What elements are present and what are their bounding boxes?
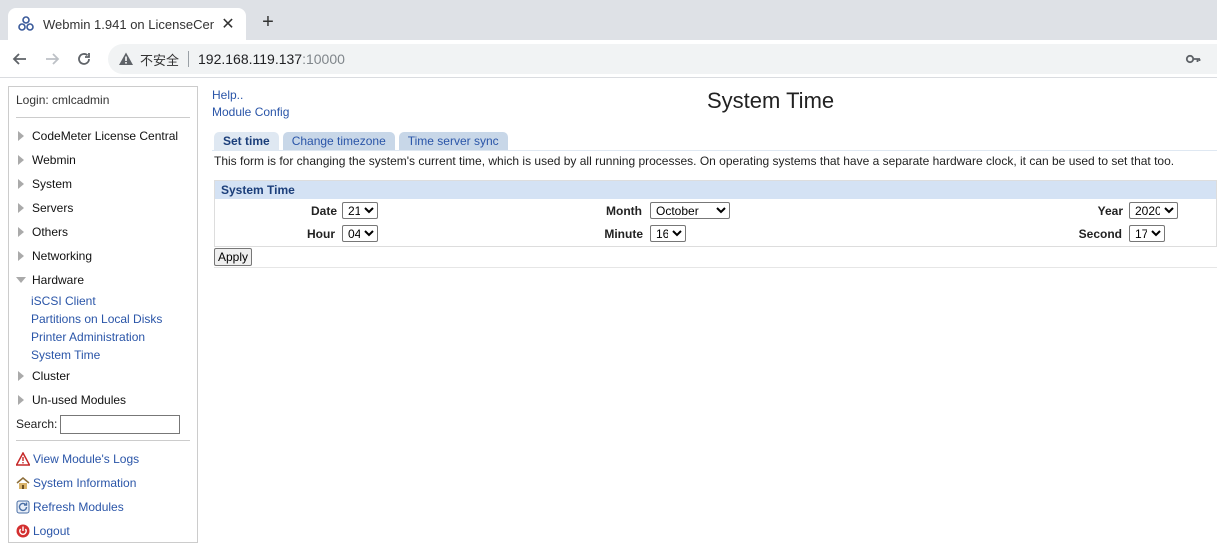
tab-time-server-sync[interactable]: Time server sync xyxy=(398,132,508,150)
year-select[interactable]: 2020 xyxy=(1129,202,1178,219)
link-label: System Information xyxy=(33,476,137,490)
category-codemeter[interactable]: CodeMeter License Central xyxy=(16,124,190,148)
minute-label: Minute xyxy=(604,227,643,241)
category-networking[interactable]: Networking xyxy=(16,244,190,268)
category-others[interactable]: Others xyxy=(16,220,190,244)
back-icon[interactable] xyxy=(4,43,36,75)
logout-link[interactable]: Logout xyxy=(16,519,190,543)
link-label: View Module's Logs xyxy=(33,452,140,466)
second-select[interactable]: 17 xyxy=(1129,225,1165,242)
divider xyxy=(214,267,1217,268)
url-port: :10000 xyxy=(302,51,345,67)
category-label: Networking xyxy=(32,249,93,263)
search-label: Search: xyxy=(16,417,58,431)
reload-icon[interactable] xyxy=(68,43,100,75)
hour-select[interactable]: 04 xyxy=(342,225,378,242)
collapsed-arrow-icon xyxy=(18,251,24,261)
tab-change-timezone[interactable]: Change timezone xyxy=(282,132,395,150)
search-row: Search: xyxy=(16,412,190,436)
browser-tab-bar: Webmin 1.941 on LicenseCent ✕ + xyxy=(0,0,1217,40)
page-title: System Time xyxy=(707,88,835,113)
house-icon xyxy=(16,476,30,490)
date-select[interactable]: 21 xyxy=(342,202,378,219)
minute-select[interactable]: 16 xyxy=(650,225,686,242)
category-cluster[interactable]: Cluster xyxy=(16,364,190,388)
category-system[interactable]: System xyxy=(16,172,190,196)
form-row-time: Hour 04 Minute 16 Second 17 xyxy=(215,222,1216,245)
omnibox[interactable]: 不安全 192.168.119.137:10000 xyxy=(108,44,1217,74)
collapsed-arrow-icon xyxy=(18,155,24,165)
form-row-date: Date 21 Month October Year 2020 xyxy=(215,199,1216,222)
date-label: Date xyxy=(310,204,337,218)
address-bar: 不安全 192.168.119.137:10000 xyxy=(0,40,1217,78)
collapsed-arrow-icon xyxy=(18,203,24,213)
left-menu-panel: Login: cmlcadmin CodeMeter License Centr… xyxy=(8,86,198,543)
link-label: Logout xyxy=(33,524,70,538)
key-icon[interactable] xyxy=(1185,51,1201,67)
category-webmin[interactable]: Webmin xyxy=(16,148,190,172)
collapsed-arrow-icon xyxy=(18,131,24,141)
collapsed-arrow-icon xyxy=(18,395,24,405)
category-hardware[interactable]: Hardware xyxy=(16,268,190,292)
expanded-arrow-icon xyxy=(16,277,26,283)
divider xyxy=(16,440,190,441)
category-label: Hardware xyxy=(32,273,85,287)
month-label: Month xyxy=(606,204,642,218)
power-icon xyxy=(16,524,30,538)
page-description: This form is for changing the system's c… xyxy=(212,150,1217,171)
hour-label: Hour xyxy=(307,227,335,241)
browser-tab-title: Webmin 1.941 on LicenseCent xyxy=(43,16,214,32)
category-label: Cluster xyxy=(32,369,71,383)
collapsed-arrow-icon xyxy=(18,371,24,381)
category-unused-modules[interactable]: Un-used Modules xyxy=(16,388,190,412)
browser-tab[interactable]: Webmin 1.941 on LicenseCent ✕ xyxy=(8,8,246,40)
menu-link-system-time[interactable]: System Time xyxy=(16,346,190,364)
category-label: Others xyxy=(32,225,69,239)
menu-link-partitions[interactable]: Partitions on Local Disks xyxy=(16,310,190,328)
link-label: Refresh Modules xyxy=(33,500,124,514)
menu-link-iscsi-client[interactable]: iSCSI Client xyxy=(16,292,190,310)
menu-link-printer-admin[interactable]: Printer Administration xyxy=(16,328,190,346)
system-time-form: System Time Date 21 Month October Year 2… xyxy=(214,180,1217,247)
close-tab-icon[interactable]: ✕ xyxy=(220,14,236,34)
month-select[interactable]: October xyxy=(650,202,730,219)
category-label: Webmin xyxy=(32,153,76,167)
login-label: Login: cmlcadmin xyxy=(16,93,110,107)
collapsed-arrow-icon xyxy=(18,179,24,189)
second-label: Second xyxy=(1078,227,1122,241)
refresh-modules-link[interactable]: Refresh Modules xyxy=(16,495,190,519)
view-module-logs-link[interactable]: View Module's Logs xyxy=(16,447,190,471)
tab-strip: Set time Change timezone Time server syn… xyxy=(214,132,512,150)
category-label: Servers xyxy=(32,201,74,215)
search-input[interactable] xyxy=(60,414,181,434)
category-label: Un-used Modules xyxy=(32,393,127,407)
refresh-icon xyxy=(16,500,30,514)
category-label: System xyxy=(32,177,73,191)
category-servers[interactable]: Servers xyxy=(16,196,190,220)
category-label: CodeMeter License Central xyxy=(32,129,179,143)
warning-triangle-icon xyxy=(16,452,30,466)
warning-icon xyxy=(119,52,133,65)
form-header: System Time xyxy=(215,181,1216,199)
main-content: Help.. Module Config System Time Set tim… xyxy=(212,86,1217,546)
forward-icon[interactable] xyxy=(36,43,68,75)
year-label: Year xyxy=(1097,204,1123,218)
omnibox-separator xyxy=(188,51,190,67)
url-host: 192.168.119.137 xyxy=(198,51,303,67)
divider xyxy=(16,117,190,118)
apply-button[interactable]: Apply xyxy=(214,248,253,266)
collapsed-arrow-icon xyxy=(18,227,24,237)
new-tab-icon[interactable]: + xyxy=(258,12,278,32)
system-information-link[interactable]: System Information xyxy=(16,471,190,495)
tab-set-time[interactable]: Set time xyxy=(214,132,279,150)
webmin-favicon-icon xyxy=(18,16,34,32)
insecure-label: 不安全 xyxy=(140,52,180,68)
